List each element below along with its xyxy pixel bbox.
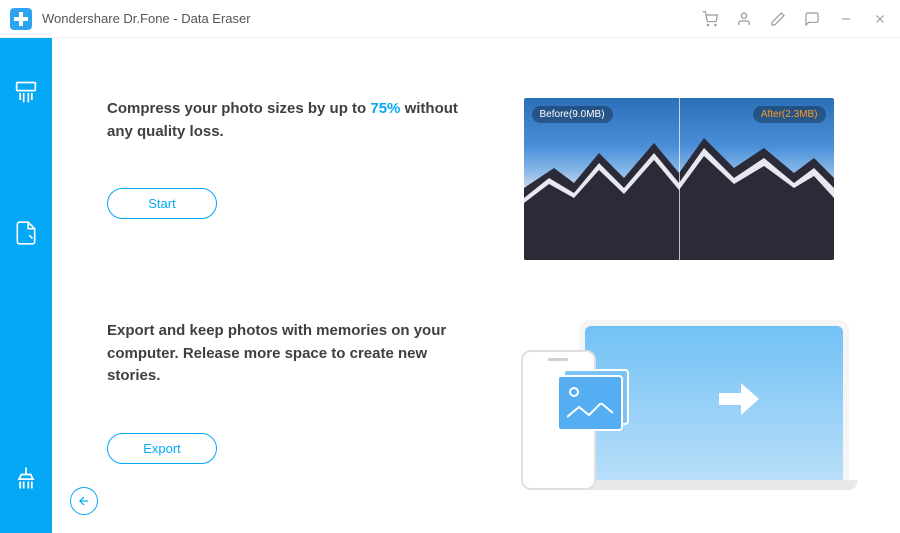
user-icon[interactable] xyxy=(734,9,754,29)
app-logo xyxy=(10,8,32,30)
sidebar-item-cleaner[interactable] xyxy=(11,463,41,493)
before-badge: Before(9.0MB) xyxy=(532,106,613,123)
compress-section: Compress your photo sizes by up to 75% w… xyxy=(107,98,870,260)
export-illustration xyxy=(509,320,849,500)
app-title: Wondershare Dr.Fone - Data Eraser xyxy=(42,11,251,26)
start-button[interactable]: Start xyxy=(107,188,217,219)
minimize-icon[interactable] xyxy=(836,9,856,29)
compress-compare-image: Before(9.0MB) After(2.3MB) xyxy=(524,98,834,260)
sidebar-item-private-data[interactable] xyxy=(11,218,41,248)
compress-heading: Compress your photo sizes by up to 75% w… xyxy=(107,98,467,143)
titlebar-actions xyxy=(700,9,890,29)
feedback-icon[interactable] xyxy=(802,9,822,29)
close-icon[interactable] xyxy=(870,9,890,29)
back-button[interactable] xyxy=(70,487,98,515)
cart-icon[interactable] xyxy=(700,9,720,29)
edit-icon[interactable] xyxy=(768,9,788,29)
titlebar: Wondershare Dr.Fone - Data Eraser xyxy=(0,0,900,38)
arrow-right-icon xyxy=(719,381,759,426)
export-section: Export and keep photos with memories on … xyxy=(107,320,870,500)
content-area: Compress your photo sizes by up to 75% w… xyxy=(52,38,900,533)
export-heading: Export and keep photos with memories on … xyxy=(107,320,467,388)
sidebar-item-shredder[interactable] xyxy=(11,78,41,108)
export-button[interactable]: Export xyxy=(107,433,217,464)
after-badge: After(2.3MB) xyxy=(753,106,826,123)
sidebar xyxy=(0,38,52,533)
